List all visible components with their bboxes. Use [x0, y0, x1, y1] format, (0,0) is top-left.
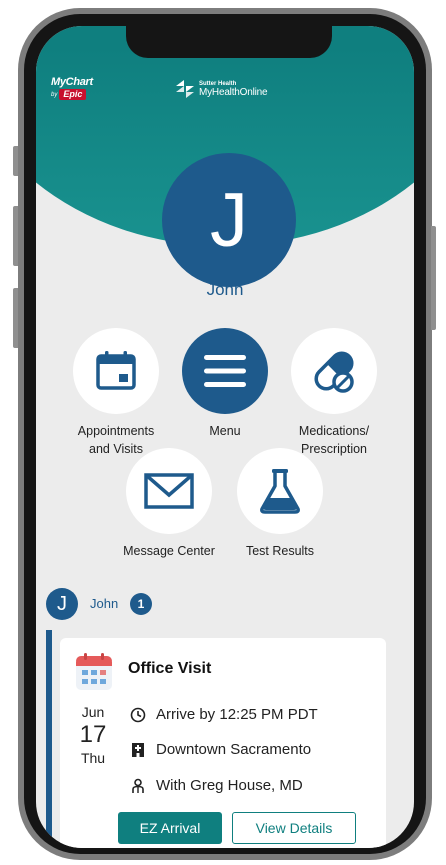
test-results-tile-circle[interactable] — [237, 448, 323, 534]
test-results-tile[interactable]: Test Results — [220, 448, 340, 560]
notification-count-badge: 1 — [130, 593, 152, 615]
medications-tile-circle[interactable] — [291, 328, 377, 414]
appointment-weekday: Thu — [80, 750, 106, 766]
timeline-bar — [46, 630, 52, 848]
location-text: Downtown Sacramento — [156, 741, 312, 758]
hamburger-menu-icon — [204, 355, 246, 387]
calendar-icon — [96, 351, 136, 390]
message-center-label: Message Center — [123, 544, 215, 558]
provider-text: With Greg House, MD — [156, 777, 303, 794]
phone-notch — [126, 26, 332, 58]
epic-logo: Epic — [59, 89, 87, 100]
app-screen: MyChart by Epic Sutter Health MyHealthOn… — [36, 26, 414, 848]
message-center-tile-circle[interactable] — [126, 448, 212, 534]
phone-volume-up-button — [13, 206, 18, 266]
provider-row: With Greg House, MD — [130, 777, 303, 794]
view-details-button[interactable]: View Details — [232, 812, 356, 844]
appointments-tile[interactable]: Appointments and Visits — [56, 328, 176, 458]
calendar-color-icon — [76, 653, 112, 690]
clock-icon — [130, 707, 146, 722]
appointments-label-line1: Appointments — [77, 424, 155, 438]
hospital-building-icon — [132, 742, 144, 757]
appointment-month: Jun — [81, 704, 105, 720]
arrive-time-text: Arrive by 12:25 PM PDT — [156, 706, 318, 723]
mychart-by-text: by — [51, 91, 58, 98]
phone-power-button — [431, 226, 436, 330]
sutter-health-mark-icon — [176, 80, 194, 98]
myhealthonline-text: MyHealthOnline — [199, 86, 268, 98]
mychart-wordmark: MyChart — [51, 76, 93, 88]
medications-tile[interactable]: Medications/ Prescription — [274, 328, 394, 458]
arrive-time-row: Arrive by 12:25 PM PDT — [130, 706, 318, 723]
user-name: John — [206, 280, 244, 299]
message-center-tile[interactable]: Message Center — [109, 448, 229, 560]
location-row: Downtown Sacramento — [130, 741, 311, 758]
phone-mute-switch — [13, 146, 18, 176]
envelope-icon — [144, 473, 194, 509]
user-avatar[interactable]: J — [162, 153, 296, 287]
phone-volume-down-button — [13, 288, 18, 348]
mychart-logo: MyChart by Epic — [51, 76, 93, 100]
appointment-card[interactable]: Office Visit Jun 17 Thu Arrive by 12:25 … — [60, 638, 386, 848]
sutter-health-logo: Sutter Health MyHealthOnline — [174, 78, 268, 100]
appointment-date: Jun 17 Thu — [68, 704, 118, 766]
appointments-tile-circle[interactable] — [73, 328, 159, 414]
medications-label-line1: Medications/ — [298, 424, 370, 438]
test-results-label: Test Results — [245, 544, 315, 558]
menu-tile[interactable]: Menu — [165, 328, 285, 440]
flask-icon — [260, 469, 300, 514]
patient-name-small[interactable]: John — [90, 596, 118, 611]
doctor-person-icon — [132, 778, 144, 793]
menu-label: Menu — [209, 424, 241, 438]
appointment-title: Office Visit — [128, 660, 212, 677]
ez-arrival-button[interactable]: EZ Arrival — [118, 812, 222, 844]
menu-tile-circle[interactable] — [182, 328, 268, 414]
patient-avatar-small[interactable]: J — [46, 588, 78, 620]
pill-capsule-icon — [314, 351, 354, 393]
appointment-day: 17 — [79, 721, 107, 748]
